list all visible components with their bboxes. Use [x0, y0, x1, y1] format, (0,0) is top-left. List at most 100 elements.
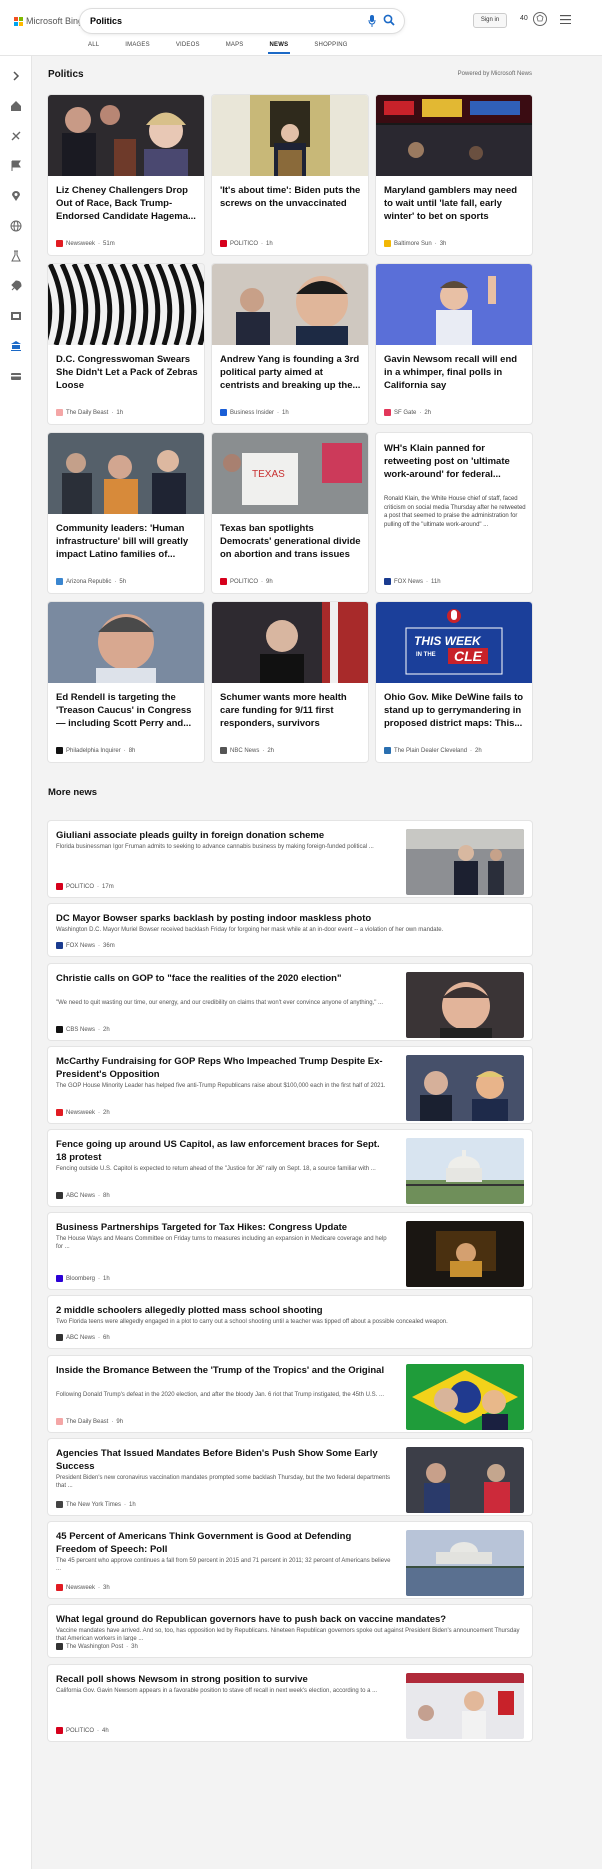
- chevron-right-icon[interactable]: [10, 70, 22, 82]
- globe-icon[interactable]: [10, 220, 22, 232]
- sign-in-button[interactable]: Sign in: [473, 13, 507, 28]
- news-item-image[interactable]: [406, 829, 524, 895]
- home-icon[interactable]: [10, 100, 22, 112]
- news-item-image[interactable]: [406, 1221, 524, 1287]
- card-title[interactable]: 'It's about time': Biden puts the screws…: [220, 184, 362, 224]
- news-item-image[interactable]: [406, 1673, 524, 1739]
- card-title[interactable]: Community leaders: 'Human infrastructure…: [56, 522, 198, 562]
- news-item-image[interactable]: [406, 972, 524, 1038]
- news-item-title[interactable]: Business Partnerships Targeted for Tax H…: [56, 1221, 392, 1234]
- rewards-medal-icon[interactable]: [532, 11, 548, 27]
- source-name[interactable]: FOX News: [394, 579, 423, 585]
- news-item-title[interactable]: Agencies That Issued Mandates Before Bid…: [56, 1447, 392, 1473]
- tab-news[interactable]: NEWS: [267, 38, 299, 54]
- news-item-title[interactable]: What legal ground do Republican governor…: [56, 1613, 524, 1626]
- news-list-item[interactable]: Agencies That Issued Mandates Before Bid…: [48, 1439, 532, 1515]
- source-name[interactable]: FOX News: [66, 943, 95, 949]
- news-card[interactable]: Liz Cheney Challengers Drop Out of Race,…: [48, 95, 204, 255]
- source-name[interactable]: The Washington Post: [66, 1644, 123, 1650]
- source-name[interactable]: ABC News: [66, 1335, 95, 1341]
- source-name[interactable]: The Daily Beast: [66, 410, 108, 416]
- news-card[interactable]: THIS WEEK IN THE CLE Ohio Gov. Mike DeWine …: [376, 602, 532, 762]
- news-item-image[interactable]: [406, 1364, 524, 1430]
- news-item-image[interactable]: [406, 1447, 524, 1513]
- tab-images[interactable]: IMAGES: [125, 38, 160, 54]
- source-name[interactable]: Newsweek: [66, 1585, 95, 1591]
- source-name[interactable]: The Plain Dealer Cleveland: [394, 748, 467, 754]
- source-name[interactable]: Philadelphia Inquirer: [66, 748, 121, 754]
- film-icon[interactable]: [10, 310, 22, 322]
- news-item-title[interactable]: 45 Percent of Americans Think Government…: [56, 1530, 392, 1556]
- tab-all[interactable]: ALL: [88, 38, 109, 54]
- news-item-title[interactable]: Christie calls on GOP to "face the reali…: [56, 972, 392, 985]
- card-title[interactable]: Schumer wants more health care funding f…: [220, 691, 362, 731]
- source-name[interactable]: POLITICO: [66, 1728, 94, 1734]
- tab-videos[interactable]: VIDEOS: [176, 38, 210, 54]
- tab-maps[interactable]: MAPS: [226, 38, 254, 54]
- source-name[interactable]: Newsweek: [66, 241, 95, 247]
- source-name[interactable]: The New York Times: [66, 1502, 121, 1508]
- news-item-image[interactable]: [406, 1530, 524, 1596]
- source-name[interactable]: POLITICO: [66, 884, 94, 890]
- news-list-item[interactable]: DC Mayor Bowser sparks backlash by posti…: [48, 904, 532, 956]
- news-item-image[interactable]: [406, 1138, 524, 1204]
- source-name[interactable]: Baltimore Sun: [394, 241, 432, 247]
- news-list-item[interactable]: Recall poll shows Newsom in strong posit…: [48, 1665, 532, 1741]
- card-title[interactable]: D.C. Congresswoman Swears She Didn't Let…: [56, 353, 198, 393]
- news-card[interactable]: Schumer wants more health care funding f…: [212, 602, 368, 762]
- news-item-title[interactable]: DC Mayor Bowser sparks backlash by posti…: [56, 912, 524, 925]
- news-card[interactable]: D.C. Congresswoman Swears She Didn't Let…: [48, 264, 204, 424]
- news-card[interactable]: WH's Klain panned for retweeting post on…: [376, 433, 532, 593]
- source-name[interactable]: NBC News: [230, 748, 259, 754]
- source-name[interactable]: Newsweek: [66, 1110, 95, 1116]
- news-list-item[interactable]: 2 middle schoolers allegedly plotted mas…: [48, 1296, 532, 1348]
- tab-shopping[interactable]: SHOPPING: [314, 38, 357, 54]
- news-card[interactable]: TEXAS Texas ban spotlights Democrats' gen…: [212, 433, 368, 593]
- search-input[interactable]: [90, 13, 330, 29]
- microphone-icon[interactable]: [368, 15, 376, 27]
- card-title[interactable]: Liz Cheney Challengers Drop Out of Race,…: [56, 184, 198, 224]
- news-list-item[interactable]: Christie calls on GOP to "face the reali…: [48, 964, 532, 1040]
- source-name[interactable]: POLITICO: [230, 579, 258, 585]
- card-title[interactable]: Ed Rendell is targeting the 'Treason Cau…: [56, 691, 198, 731]
- rewards-points[interactable]: 40: [520, 15, 528, 22]
- source-name[interactable]: SF Gate: [394, 410, 416, 416]
- news-list-item[interactable]: What legal ground do Republican governor…: [48, 1605, 532, 1657]
- card-title[interactable]: Texas ban spotlights Democrats' generati…: [220, 522, 362, 562]
- news-item-image[interactable]: [406, 1055, 524, 1121]
- search-box[interactable]: [80, 9, 404, 33]
- card-title[interactable]: Maryland gamblers may need to wait until…: [384, 184, 526, 224]
- source-name[interactable]: ABC News: [66, 1193, 95, 1199]
- flag-icon[interactable]: [10, 160, 22, 172]
- news-item-title[interactable]: Fence going up around US Capitol, as law…: [56, 1138, 392, 1164]
- source-name[interactable]: Bloomberg: [66, 1276, 95, 1282]
- news-list-item[interactable]: McCarthy Fundraising for GOP Reps Who Im…: [48, 1047, 532, 1123]
- news-list-item[interactable]: Giuliani associate pleads guilty in fore…: [48, 821, 532, 897]
- rocket-icon[interactable]: [10, 280, 22, 292]
- card-title[interactable]: Gavin Newsom recall will end in a whimpe…: [384, 353, 526, 393]
- news-card[interactable]: 'It's about time': Biden puts the screws…: [212, 95, 368, 255]
- science-icon[interactable]: [10, 250, 22, 262]
- source-name[interactable]: CBS News: [66, 1027, 95, 1033]
- sports-icon[interactable]: [10, 130, 22, 142]
- news-card[interactable]: Gavin Newsom recall will end in a whimpe…: [376, 264, 532, 424]
- news-item-title[interactable]: Inside the Bromance Between the 'Trump o…: [56, 1364, 392, 1377]
- source-name[interactable]: Arizona Republic: [66, 579, 111, 585]
- news-item-title[interactable]: 2 middle schoolers allegedly plotted mas…: [56, 1304, 524, 1317]
- news-item-title[interactable]: Recall poll shows Newsom in strong posit…: [56, 1673, 392, 1686]
- news-card[interactable]: Maryland gamblers may need to wait until…: [376, 95, 532, 255]
- search-icon[interactable]: [383, 14, 395, 26]
- card-icon[interactable]: [10, 370, 22, 382]
- news-list-item[interactable]: Inside the Bromance Between the 'Trump o…: [48, 1356, 532, 1432]
- card-title[interactable]: Andrew Yang is founding a 3rd political …: [220, 353, 362, 393]
- bing-logo[interactable]: Microsoft Bing: [14, 16, 83, 26]
- news-list-item[interactable]: Business Partnerships Targeted for Tax H…: [48, 1213, 532, 1289]
- news-list-item[interactable]: 45 Percent of Americans Think Government…: [48, 1522, 532, 1598]
- news-card[interactable]: Ed Rendell is targeting the 'Treason Cau…: [48, 602, 204, 762]
- news-item-title[interactable]: McCarthy Fundraising for GOP Reps Who Im…: [56, 1055, 392, 1081]
- source-name[interactable]: Business Insider: [230, 410, 274, 416]
- source-name[interactable]: The Daily Beast: [66, 1419, 108, 1425]
- card-title[interactable]: WH's Klain panned for retweeting post on…: [384, 442, 526, 482]
- card-title[interactable]: Ohio Gov. Mike DeWine fails to stand up …: [384, 691, 526, 731]
- news-item-title[interactable]: Giuliani associate pleads guilty in fore…: [56, 829, 392, 842]
